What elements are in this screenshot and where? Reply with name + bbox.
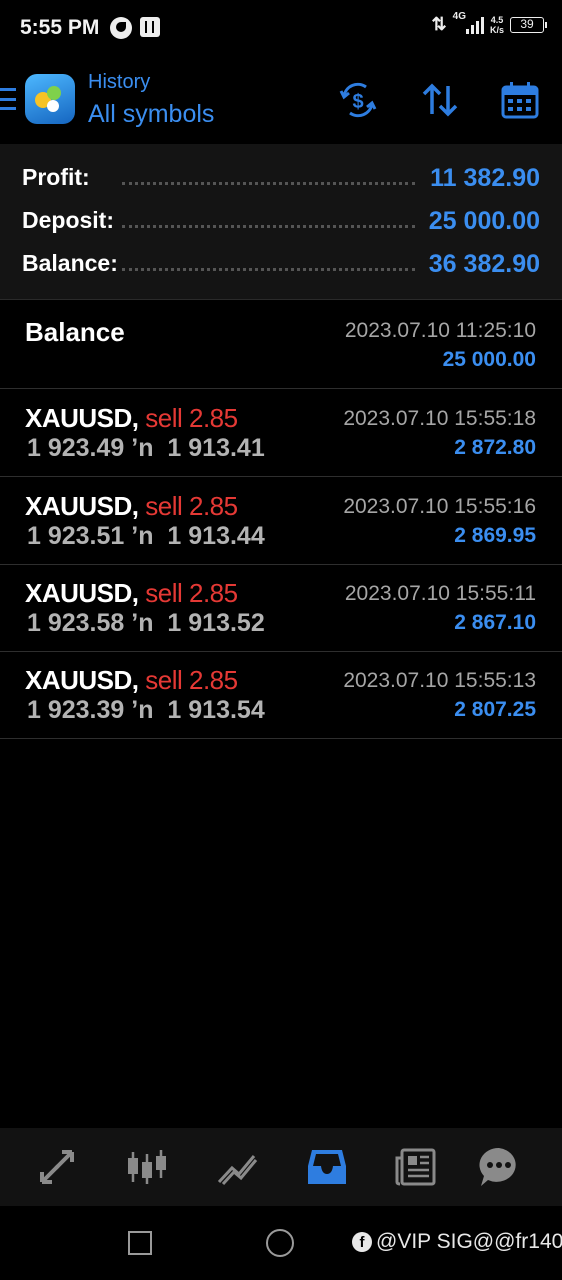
- deal-time: 2023.07.10 15:55:13: [343, 669, 536, 692]
- deal-row[interactable]: XAUUSD, sell 2.85 1 923.39 ’n 1 913.54 2…: [0, 651, 562, 739]
- balance-value: 36 382.90: [428, 250, 540, 278]
- currency-exchange-icon[interactable]: $: [336, 78, 380, 122]
- battery-icon: 39: [510, 16, 547, 33]
- balance-row: Balance: 36 382.90: [22, 250, 540, 280]
- balance-entry-amount: 25 000.00: [442, 348, 536, 371]
- app-header: History All symbols $: [0, 56, 562, 144]
- history-icon[interactable]: [304, 1144, 350, 1190]
- deal-profit: 2 869.95: [454, 524, 536, 547]
- speed-value: 4.5: [490, 14, 504, 25]
- deal-row[interactable]: XAUUSD, sell 2.85 1 923.58 ’n 1 913.52 2…: [0, 564, 562, 652]
- balance-label: Balance:: [22, 250, 118, 276]
- svg-text:$: $: [352, 91, 363, 113]
- deal-type: sell 2.85: [145, 578, 238, 608]
- home-button[interactable]: [266, 1229, 294, 1257]
- deal-prices: 1 923.58 ’n 1 913.52: [27, 609, 265, 637]
- network-speed: 4.5 K/s: [490, 15, 504, 35]
- deal-time: 2023.07.10 15:55:11: [344, 582, 536, 605]
- deal-profit: 2 872.80: [454, 436, 536, 459]
- balance-entry-title: Balance: [25, 317, 125, 347]
- deposit-row: Deposit: 25 000.00: [22, 207, 540, 237]
- calendar-icon[interactable]: [498, 78, 542, 122]
- header-subtitle: History: [88, 71, 151, 93]
- sort-icon[interactable]: [418, 78, 462, 122]
- deal-row[interactable]: XAUUSD, sell 2.85 1 923.49 ’n 1 913.41 2…: [0, 389, 562, 477]
- deal-symbol: XAUUSD, sell 2.85: [25, 578, 238, 608]
- deal-symbol: XAUUSD, sell 2.85: [25, 403, 238, 433]
- quotes-icon[interactable]: [34, 1144, 80, 1190]
- signal-icon: [465, 16, 484, 34]
- status-bar: 5:55 PM ⇅ 4G 4.5 K/s 39: [0, 0, 562, 56]
- deal-profit: 2 807.25: [454, 698, 536, 721]
- deal-symbol: XAUUSD, sell 2.85: [25, 491, 238, 521]
- trade-icon[interactable]: [214, 1144, 260, 1190]
- system-nav-bar: f @VIP SIG@@fr1402: [0, 1206, 562, 1280]
- deal-prices: 1 923.51 ’n 1 913.44: [27, 522, 265, 550]
- deposit-value: 25 000.00: [428, 207, 540, 235]
- facebook-icon: f: [352, 1232, 372, 1252]
- chart-icon[interactable]: [124, 1144, 170, 1190]
- deal-type: sell 2.85: [145, 491, 238, 521]
- status-time: 5:55 PM: [20, 16, 100, 39]
- notification-icons: [110, 17, 160, 39]
- deal-prices: 1 923.49 ’n 1 913.41: [27, 434, 265, 462]
- symbol-filter[interactable]: All symbols: [88, 100, 214, 129]
- deal-type: sell 2.85: [145, 403, 238, 433]
- speed-unit: K/s: [489, 24, 504, 35]
- deal-profit: 2 867.10: [454, 611, 536, 634]
- metatrader-logo[interactable]: [25, 74, 75, 124]
- network-type: 4G: [452, 11, 466, 22]
- deal-symbol: XAUUSD, sell 2.85: [25, 665, 238, 695]
- news-icon[interactable]: [394, 1144, 440, 1190]
- watermark: f @VIP SIG@@fr1402: [352, 1230, 562, 1254]
- deal-time: 2023.07.10 15:55:18: [343, 407, 536, 430]
- status-right: ⇅ 4G 4.5 K/s 39: [431, 11, 547, 35]
- profit-label: Profit:: [22, 164, 90, 190]
- bottom-nav: [0, 1128, 562, 1206]
- dotted-leader: [122, 182, 415, 185]
- deposit-label: Deposit:: [22, 207, 114, 233]
- profit-row: Profit: 11 382.90: [22, 164, 540, 194]
- balance-entry[interactable]: Balance 2023.07.10 11:25:10 25 000.00: [0, 301, 562, 389]
- telegram-icon: [110, 17, 132, 39]
- menu-icon[interactable]: [0, 88, 16, 110]
- dotted-leader: [122, 225, 415, 228]
- deal-time: 2023.07.10 15:55:16: [343, 495, 536, 518]
- watermark-text: @VIP SIG@@fr1402: [376, 1230, 562, 1253]
- chat-icon[interactable]: [476, 1144, 522, 1190]
- deal-prices: 1 923.39 ’n 1 913.54: [27, 696, 265, 724]
- dotted-leader: [122, 268, 415, 271]
- app-notification-icon: [140, 17, 160, 37]
- balance-entry-time: 2023.07.10 11:25:10: [344, 319, 536, 342]
- account-summary: Profit: 11 382.90 Deposit: 25 000.00 Bal…: [0, 144, 562, 300]
- recents-button[interactable]: [128, 1231, 152, 1255]
- data-transfer-icon: ⇅: [431, 14, 447, 34]
- deal-row[interactable]: XAUUSD, sell 2.85 1 923.51 ’n 1 913.44 2…: [0, 477, 562, 565]
- profit-value: 11 382.90: [430, 164, 540, 192]
- deal-type: sell 2.85: [145, 665, 238, 695]
